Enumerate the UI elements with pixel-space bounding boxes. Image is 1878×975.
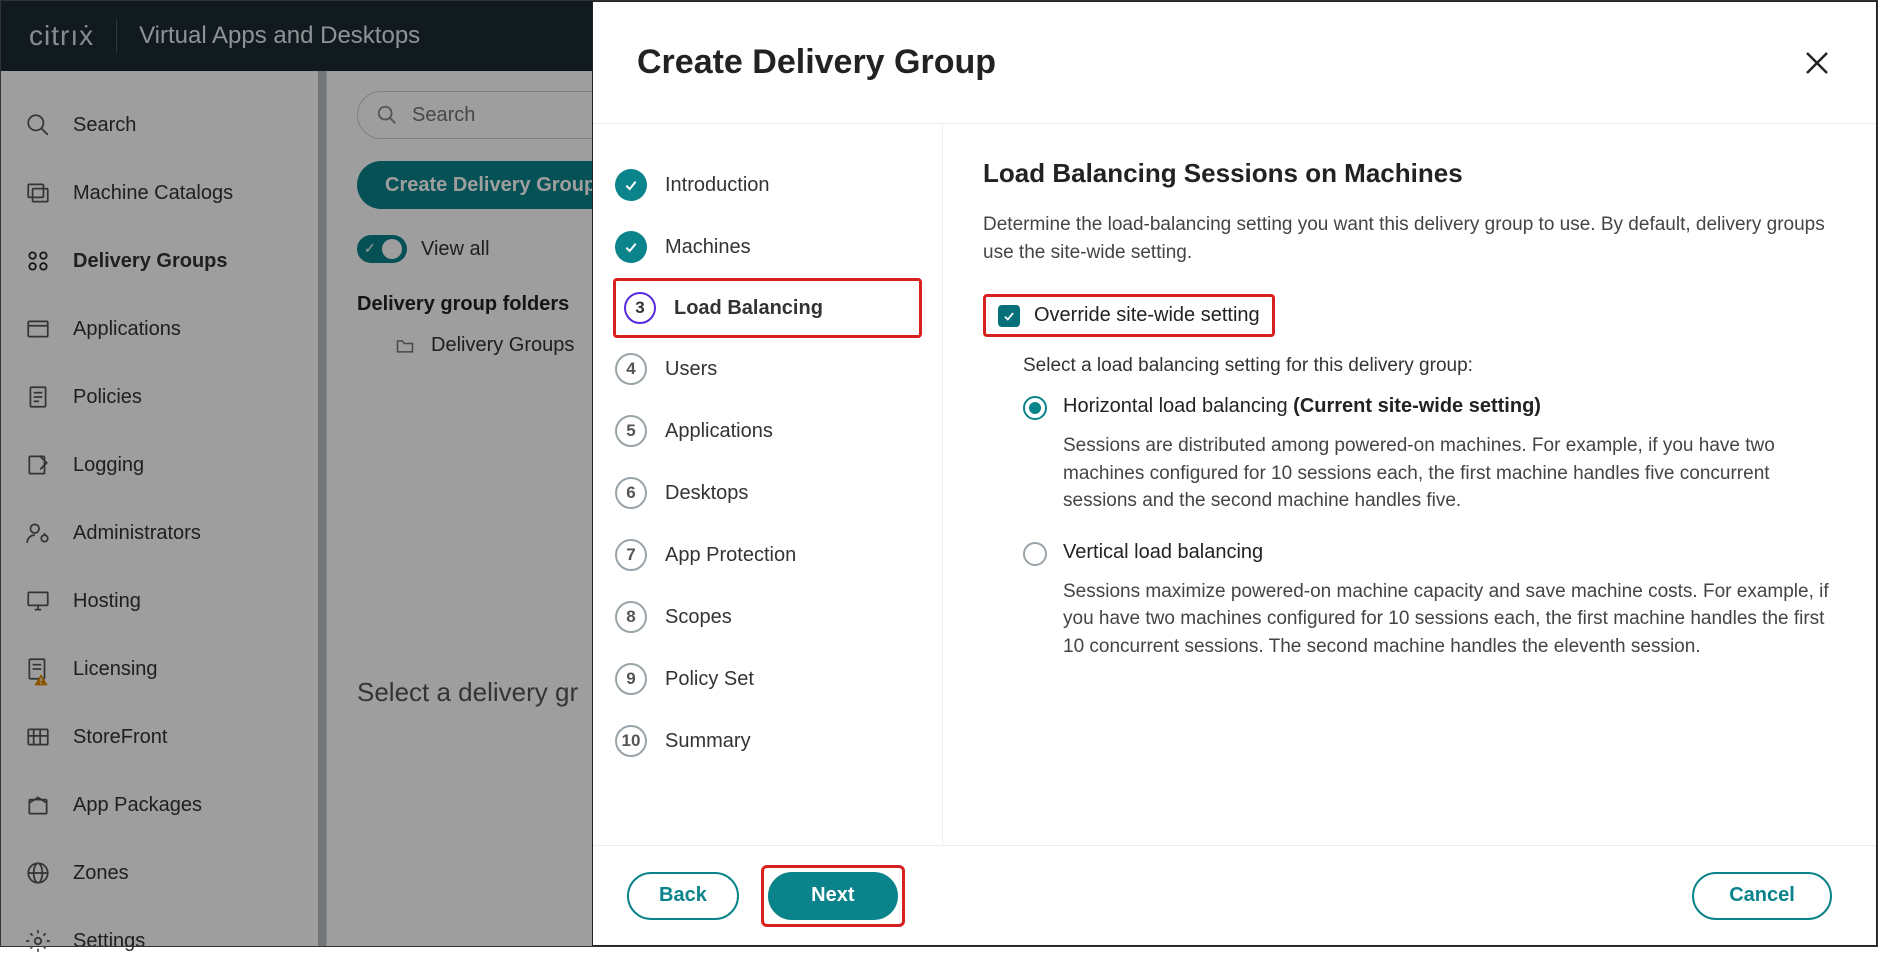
next-button-highlight: Next [761,865,905,927]
radio-horizontal[interactable]: Horizontal load balancing (Current site-… [1023,395,1832,420]
close-icon[interactable] [1802,48,1832,78]
step-load-balancing-highlight: 3 Load Balancing [613,278,922,338]
back-button[interactable]: Back [627,872,739,920]
override-highlight: Override site-wide setting [983,294,1275,337]
radio-vertical-label: Vertical load balancing [1063,541,1263,564]
wizard-detail: Load Balancing Sessions on Machines Dete… [943,124,1876,845]
modal-title: Create Delivery Group [637,43,996,82]
step-label: App Protection [665,544,796,567]
modal-footer: Back Next Cancel [593,845,1876,945]
radio-vertical-desc: Sessions maximize powered-on machine cap… [1063,578,1832,661]
radio-vertical[interactable]: Vertical load balancing [1023,541,1832,566]
step-desktops[interactable]: 6 Desktops [613,462,922,524]
step-machines[interactable]: Machines [613,216,922,278]
step-policy-set[interactable]: 9 Policy Set [613,648,922,710]
step-label: Summary [665,730,751,753]
cancel-button[interactable]: Cancel [1692,872,1832,920]
step-label: Policy Set [665,668,754,691]
step-label: Introduction [665,174,770,197]
step-label: Desktops [665,482,748,505]
wizard-steps: Introduction Machines 3 Load Balancing 4… [593,124,943,845]
next-button[interactable]: Next [768,872,898,920]
step-label: Applications [665,420,773,443]
detail-description: Determine the load-balancing setting you… [983,211,1832,266]
step-applications[interactable]: 5 Applications [613,400,922,462]
step-introduction[interactable]: Introduction [613,154,922,216]
detail-title: Load Balancing Sessions on Machines [983,158,1832,189]
step-scopes[interactable]: 8 Scopes [613,586,922,648]
radio-horizontal-tag: (Current site-wide setting) [1293,395,1541,417]
step-label: Users [665,358,717,381]
radio-horizontal-input[interactable] [1023,396,1047,420]
step-label: Load Balancing [674,297,823,320]
step-label: Scopes [665,606,732,629]
radio-vertical-input[interactable] [1023,542,1047,566]
radio-horizontal-desc: Sessions are distributed among powered-o… [1063,432,1832,515]
radio-horizontal-label: Horizontal load balancing [1063,395,1288,417]
select-balancing-hint: Select a load balancing setting for this… [1023,355,1832,377]
override-label: Override site-wide setting [1034,304,1260,327]
step-load-balancing[interactable]: 3 Load Balancing [622,285,913,331]
override-checkbox[interactable] [998,305,1020,327]
step-app-protection[interactable]: 7 App Protection [613,524,922,586]
step-label: Machines [665,236,751,259]
create-delivery-group-modal: Create Delivery Group Introduction Machi… [592,1,1877,946]
step-users[interactable]: 4 Users [613,338,922,400]
step-summary[interactable]: 10 Summary [613,710,922,772]
